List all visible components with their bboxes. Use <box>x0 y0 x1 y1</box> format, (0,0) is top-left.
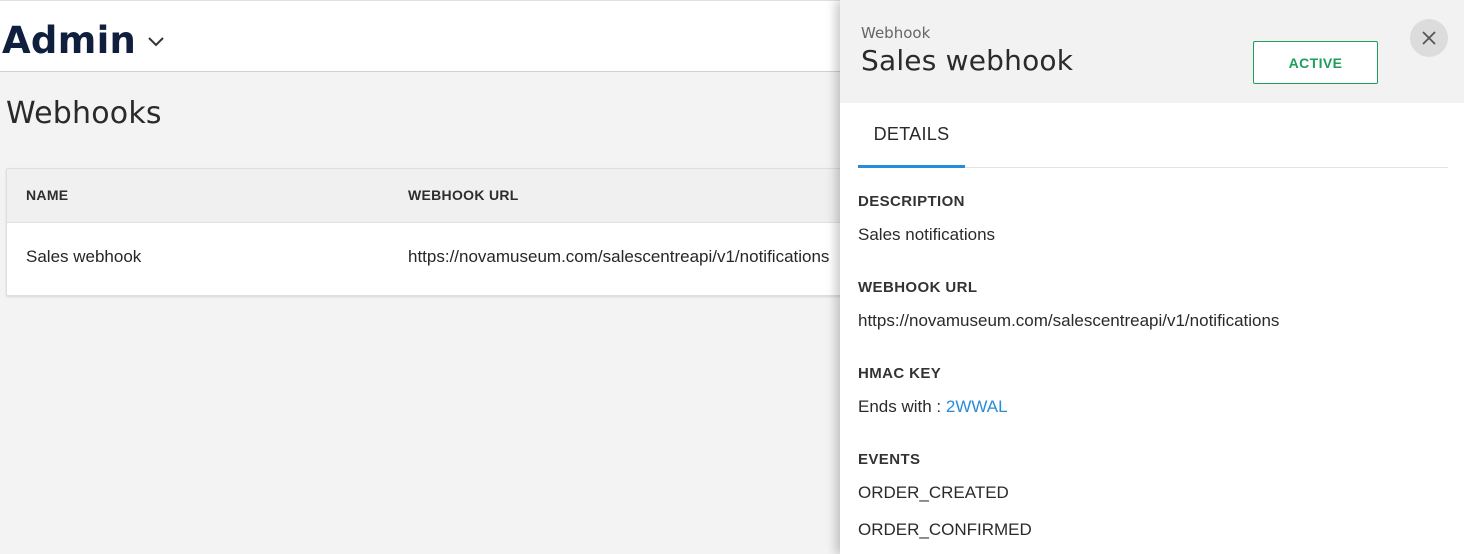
webhook-detail-panel: Webhook Sales webhook ACTIVE DETAILS DES… <box>840 0 1464 554</box>
webhook-url-label: WEBHOOK URL <box>858 279 978 296</box>
app-title[interactable]: Admin <box>2 17 136 65</box>
hmac-key-label: HMAC KEY <box>858 365 942 382</box>
panel-kicker: Webhook <box>861 24 931 42</box>
status-active-button[interactable]: ACTIVE <box>1253 41 1378 84</box>
description-label: DESCRIPTION <box>858 193 965 210</box>
column-header-webhook-url[interactable]: WEBHOOK URL <box>408 187 519 203</box>
panel-tabs: DETAILS <box>858 103 1448 168</box>
webhooks-table: NAME WEBHOOK URL Sales webhook https://n… <box>6 168 906 296</box>
event-item: ORDER_CREATED <box>858 483 1009 502</box>
chevron-down-icon[interactable] <box>146 31 166 51</box>
panel-title: Sales webhook <box>861 44 1074 77</box>
description-value: Sales notifications <box>858 225 996 244</box>
close-button[interactable] <box>1410 19 1448 57</box>
events-label: EVENTS <box>858 451 921 468</box>
column-header-name[interactable]: NAME <box>26 187 68 203</box>
tab-details[interactable]: DETAILS <box>858 103 965 168</box>
table-row[interactable]: Sales webhook https://novamuseum.com/sal… <box>7 223 905 296</box>
cell-name: Sales webhook <box>26 247 142 266</box>
close-icon <box>1422 31 1436 45</box>
hmac-key-prefix: Ends with : <box>858 397 946 416</box>
cell-webhook-url: https://novamuseum.com/salescentreapi/v1… <box>408 247 830 266</box>
webhook-url-value: https://novamuseum.com/salescentreapi/v1… <box>858 311 1280 330</box>
panel-header: Webhook Sales webhook ACTIVE <box>840 0 1464 103</box>
event-item: ORDER_CONFIRMED <box>858 520 1032 539</box>
hmac-key-value: Ends with : 2WWAL <box>858 397 1008 417</box>
hmac-key-suffix[interactable]: 2WWAL <box>946 397 1008 416</box>
page-title: Webhooks <box>6 96 162 131</box>
table-header: NAME WEBHOOK URL <box>7 169 905 223</box>
